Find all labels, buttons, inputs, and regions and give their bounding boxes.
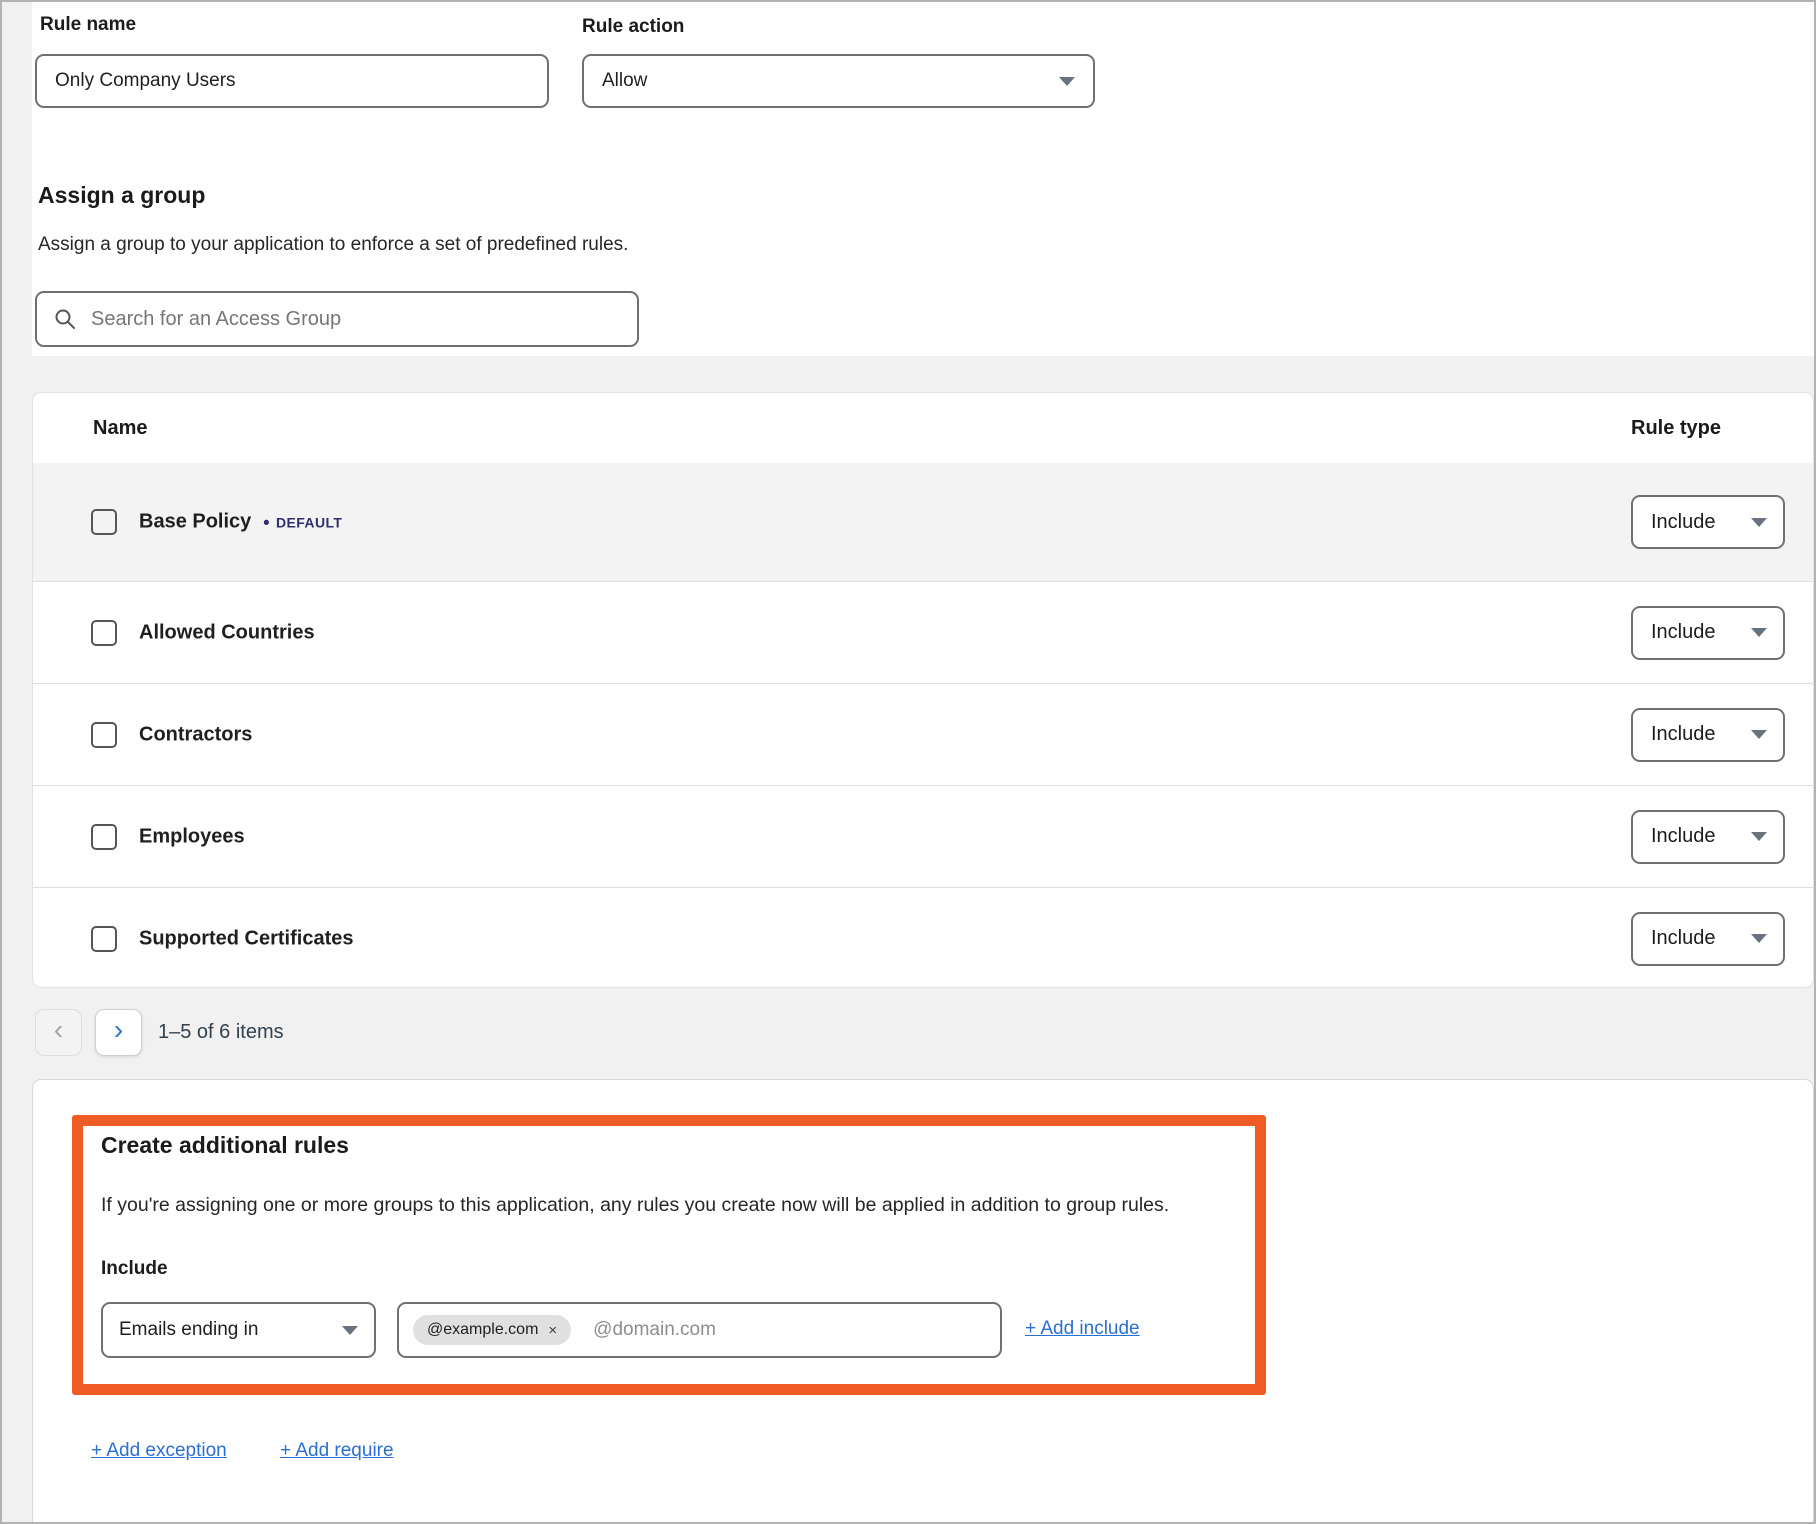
chevron-down-icon bbox=[1059, 77, 1075, 86]
chevron-down-icon bbox=[1751, 832, 1767, 841]
chevron-down-icon bbox=[1751, 518, 1767, 527]
row-label: Contractors bbox=[139, 723, 252, 746]
rule-action-label: Rule action bbox=[582, 16, 684, 38]
chevron-down-icon bbox=[1751, 628, 1767, 637]
rule-action-value: Allow bbox=[602, 70, 647, 92]
rule-name-value: Only Company Users bbox=[55, 70, 236, 92]
chevron-down-icon bbox=[342, 1326, 358, 1335]
assign-group-description: Assign a group to your application to en… bbox=[38, 234, 628, 256]
rule-name-input[interactable]: Only Company Users bbox=[35, 54, 549, 108]
rule-criteria-value: Emails ending in bbox=[119, 1319, 258, 1341]
column-header-rule-type: Rule type bbox=[1631, 417, 1785, 440]
rule-action-select[interactable]: Allow bbox=[582, 54, 1095, 108]
row-checkbox[interactable] bbox=[91, 722, 117, 748]
rule-type-select[interactable]: Include bbox=[1631, 495, 1785, 549]
row-checkbox[interactable] bbox=[91, 620, 117, 646]
include-label: Include bbox=[101, 1258, 168, 1280]
rule-type-select[interactable]: Include bbox=[1631, 606, 1785, 660]
row-label: Supported Certificates bbox=[139, 927, 353, 950]
rule-type-value: Include bbox=[1651, 825, 1716, 848]
rule-form-panel: Rule name Only Company Users Rule action… bbox=[32, 2, 1814, 356]
add-exception-link[interactable]: + Add exception bbox=[91, 1440, 227, 1462]
pagination: ‹ › 1–5 of 6 items bbox=[35, 1008, 284, 1056]
rule-type-select[interactable]: Include bbox=[1631, 912, 1785, 966]
group-name: Allowed Countries bbox=[139, 621, 315, 644]
access-group-search-input[interactable]: Search for an Access Group bbox=[35, 291, 639, 347]
search-icon bbox=[53, 307, 77, 331]
previous-page-button[interactable]: ‹ bbox=[35, 1009, 82, 1056]
access-rule-page: Rule name Only Company Users Rule action… bbox=[0, 0, 1816, 1524]
group-name: Employees bbox=[139, 825, 245, 848]
rule-type-select[interactable]: Include bbox=[1631, 810, 1785, 864]
table-header-row: Name Rule type bbox=[33, 393, 1813, 463]
email-domain-input[interactable]: @example.com × @domain.com bbox=[397, 1302, 1002, 1358]
row-label: Base Policy • DEFAULT bbox=[139, 511, 342, 534]
row-checkbox[interactable] bbox=[91, 509, 117, 535]
additional-rules-description: If you're assigning one or more groups t… bbox=[101, 1194, 1169, 1217]
table-row: Employees Include bbox=[33, 785, 1813, 887]
rule-type-select[interactable]: Include bbox=[1631, 708, 1785, 762]
row-label: Allowed Countries bbox=[139, 621, 315, 644]
group-name: Supported Certificates bbox=[139, 927, 353, 950]
add-require-link[interactable]: + Add require bbox=[280, 1440, 394, 1462]
group-name: Contractors bbox=[139, 723, 252, 746]
email-domain-placeholder: @domain.com bbox=[593, 1319, 716, 1341]
table-body: Base Policy • DEFAULT Include Allowed Co… bbox=[33, 463, 1813, 988]
chip-remove-icon[interactable]: × bbox=[548, 1323, 557, 1338]
rule-type-value: Include bbox=[1651, 723, 1716, 746]
email-domain-chip: @example.com × bbox=[413, 1315, 571, 1345]
next-page-button[interactable]: › bbox=[95, 1009, 142, 1056]
group-name: Base Policy bbox=[139, 511, 251, 534]
rule-name-label: Rule name bbox=[40, 14, 136, 36]
bullet-icon: • bbox=[263, 513, 270, 531]
add-include-link[interactable]: + Add include bbox=[1025, 1318, 1140, 1340]
table-row: Base Policy • DEFAULT Include bbox=[33, 463, 1813, 581]
chevron-down-icon bbox=[1751, 934, 1767, 943]
chip-label: @example.com bbox=[427, 1321, 538, 1339]
additional-rules-card: Create additional rules If you're assign… bbox=[32, 1079, 1814, 1522]
default-badge: • DEFAULT bbox=[263, 513, 342, 531]
rule-type-value: Include bbox=[1651, 927, 1716, 950]
row-checkbox[interactable] bbox=[91, 926, 117, 952]
additional-rules-heading: Create additional rules bbox=[101, 1132, 349, 1159]
row-label: Employees bbox=[139, 825, 245, 848]
table-row: Contractors Include bbox=[33, 683, 1813, 785]
access-groups-table: Name Rule type Base Policy • DEFAULT Inc… bbox=[32, 392, 1814, 988]
pagination-summary: 1–5 of 6 items bbox=[158, 1021, 284, 1044]
search-placeholder: Search for an Access Group bbox=[91, 308, 341, 331]
row-checkbox[interactable] bbox=[91, 824, 117, 850]
assign-group-heading: Assign a group bbox=[38, 182, 205, 209]
table-row: Supported Certificates Include bbox=[33, 887, 1813, 988]
rule-criteria-select[interactable]: Emails ending in bbox=[101, 1302, 376, 1358]
table-row: Allowed Countries Include bbox=[33, 581, 1813, 683]
rule-type-value: Include bbox=[1651, 511, 1716, 534]
chevron-down-icon bbox=[1751, 730, 1767, 739]
column-header-name: Name bbox=[33, 417, 147, 440]
rule-type-value: Include bbox=[1651, 621, 1716, 644]
